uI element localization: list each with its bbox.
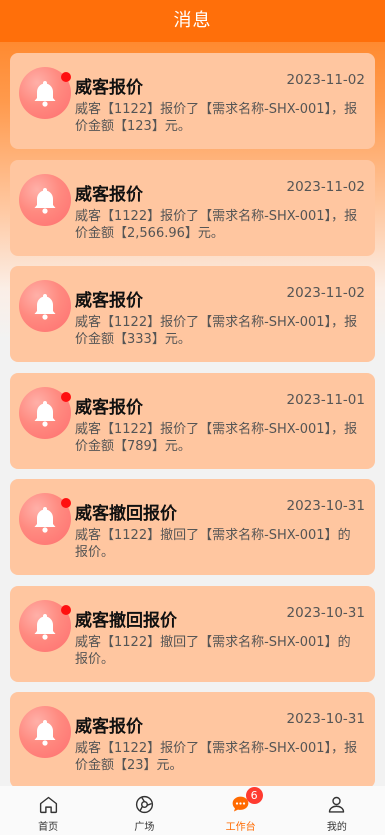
bottom-tab-bar: 首页 广场 6 工作台 我的 [0, 786, 385, 835]
message-title: 威客报价 [75, 78, 143, 98]
message-title: 威客报价 [75, 291, 143, 311]
message-text: 威客【1122】报价了【需求名称-SHX-001】，报价金额【789】元。 [75, 421, 358, 454]
message-card[interactable]: 威客撤回报价 2023-10-31 威客【1122】撤回了【需求名称-SHX-0… [10, 585, 375, 682]
tab-plaza[interactable]: 广场 [96, 786, 192, 835]
message-text: 威客【1122】报价了【需求名称-SHX-001】，报价金额【333】元。 [75, 315, 358, 347]
message-date: 2023-10-31 [286, 604, 365, 621]
message-card[interactable]: 威客报价 2023-11-02 威客【1122】报价了【需求名称-SHX-001… [10, 159, 375, 256]
unread-dot [61, 72, 71, 82]
message-text: 威客【1122】撤回了【需求名称-SHX-001】的报价。 [75, 634, 351, 667]
message-card[interactable]: 威客报价 2023-11-01 威客【1122】报价了【需求名称-SHX-001… [10, 372, 375, 469]
plaza-icon [135, 795, 153, 814]
message-card[interactable]: 威客报价 2023-10-31 威客【1122】报价了【需求名称-SHX-001… [10, 692, 375, 788]
unread-dot [61, 604, 71, 615]
message-title: 威客撤回报价 [75, 610, 177, 631]
message-text: 威客【1122】报价了【需求名称-SHX-001】，报价金额【123】元。 [75, 102, 358, 134]
tab-label: 广场 [134, 822, 155, 833]
message-date: 2023-11-01 [286, 391, 365, 408]
unread-dot [61, 391, 71, 402]
home-icon [39, 796, 57, 814]
message-text: 威客【1122】撤回了【需求名称-SHX-001】的报价。 [75, 528, 351, 560]
unread-dot [61, 498, 71, 508]
message-text: 威客【1122】报价了【需求名称-SHX-001】，报价金额【2,566.96】… [75, 208, 358, 241]
message-card[interactable]: 威客撤回报价 2023-10-31 威客【1122】撤回了【需求名称-SHX-0… [10, 479, 375, 575]
message-date: 2023-11-02 [286, 178, 365, 195]
message-date: 2023-10-31 [286, 711, 365, 727]
page-title: 消息 [0, 0, 385, 42]
message-title: 威客报价 [75, 717, 143, 737]
tab-label: 工作台 [225, 822, 256, 833]
tab-label: 首页 [38, 822, 59, 833]
user-icon [329, 796, 345, 813]
tab-mine[interactable]: 我的 [289, 786, 385, 835]
message-date: 2023-11-02 [286, 72, 365, 88]
bell-icon [19, 173, 71, 226]
message-text: 威客【1122】报价了【需求名称-SHX-001】，报价金额【23】元。 [75, 741, 358, 773]
message-title: 威客报价 [75, 184, 143, 205]
bell-icon [19, 280, 71, 332]
message-title: 威客撤回报价 [75, 504, 177, 524]
bell-icon [19, 706, 71, 758]
message-card[interactable]: 威客报价 2023-11-02 威客【1122】报价了【需求名称-SHX-001… [10, 53, 375, 149]
tab-home[interactable]: 首页 [0, 786, 96, 835]
message-date: 2023-11-02 [286, 285, 365, 301]
tab-workbench[interactable]: 6 工作台 [193, 786, 289, 835]
message-card[interactable]: 威客报价 2023-11-02 威客【1122】报价了【需求名称-SHX-001… [10, 266, 375, 362]
tab-label: 我的 [326, 822, 347, 833]
message-title: 威客报价 [75, 397, 143, 418]
message-list: 威客报价 2023-11-02 威客【1122】报价了【需求名称-SHX-001… [10, 53, 375, 799]
notification-badge: 6 [245, 787, 263, 804]
message-date: 2023-10-31 [286, 498, 365, 514]
